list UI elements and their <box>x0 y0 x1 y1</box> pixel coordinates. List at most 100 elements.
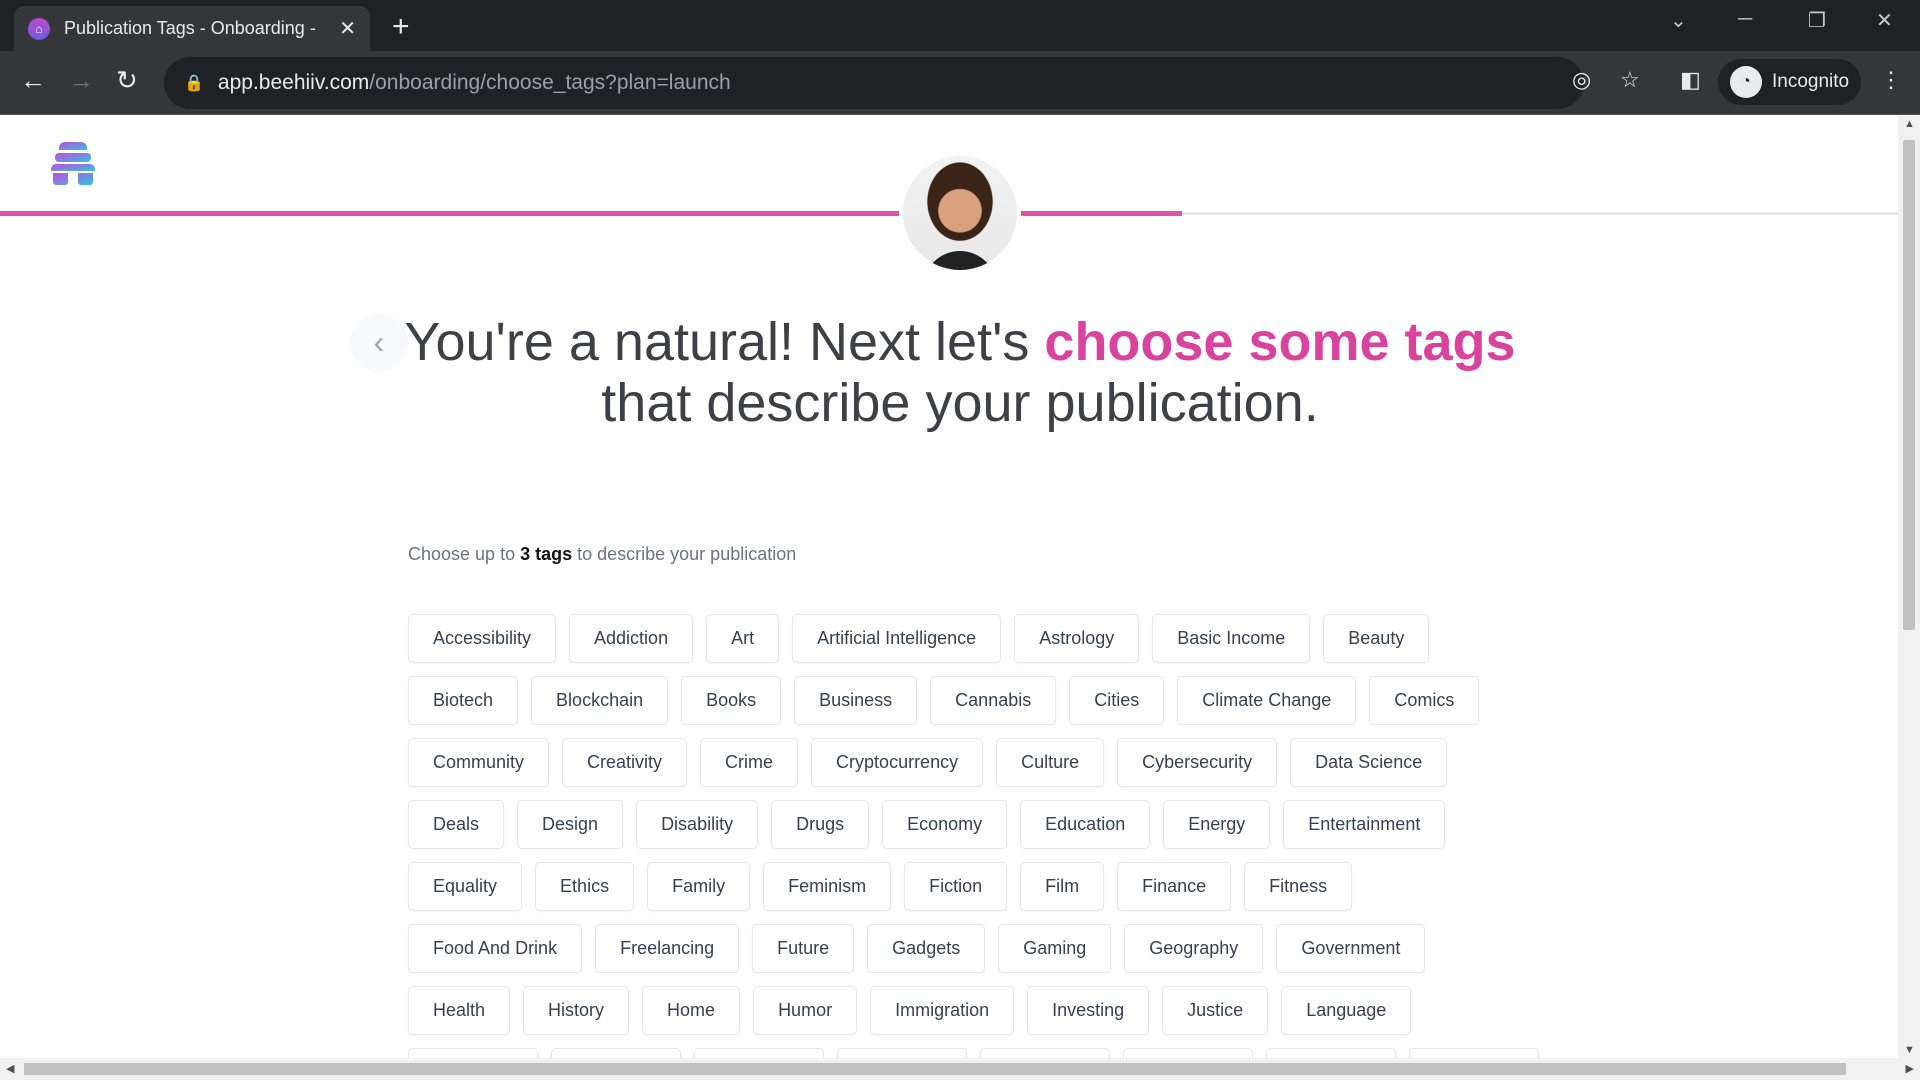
browser-tab[interactable]: ⌂ Publication Tags - Onboarding - ✕ <box>14 6 370 51</box>
url-host: app.beehiiv.com <box>217 71 370 94</box>
tag-history[interactable]: History <box>523 986 630 1035</box>
tag-fiction[interactable]: Fiction <box>904 862 1008 911</box>
tag-equality[interactable]: Equality <box>408 862 523 911</box>
back-icon[interactable]: ← <box>20 65 46 96</box>
tag-community[interactable]: Community <box>408 738 550 787</box>
tag-business[interactable]: Business <box>794 676 918 725</box>
tag-climate-change[interactable]: Climate Change <box>1177 676 1357 725</box>
incognito-profile-button[interactable]: ◔ Incognito <box>1718 59 1862 105</box>
tag-energy[interactable]: Energy <box>1163 800 1271 849</box>
tag-creativity[interactable]: Creativity <box>562 738 688 787</box>
tag-finance[interactable]: Finance <box>1117 862 1232 911</box>
tag-row-partial <box>408 1048 1539 1058</box>
tag-cannabis[interactable]: Cannabis <box>930 676 1057 725</box>
beehiiv-favicon-icon: ⌂ <box>28 17 50 40</box>
tag-drugs[interactable]: Drugs <box>771 800 870 849</box>
browser-toolbar: ← → ↻ 🔒 app.beehiiv.com/onboarding/choos… <box>0 51 1920 115</box>
tag-artificial-intelligence[interactable]: Artificial Intelligence <box>792 614 1002 663</box>
tag-justice[interactable]: Justice <box>1162 986 1269 1035</box>
tag-data-science[interactable]: Data Science <box>1290 738 1448 787</box>
tag-gaming[interactable]: Gaming <box>998 924 1112 973</box>
tag-cybersecurity[interactable]: Cybersecurity <box>1117 738 1278 787</box>
window-close-icon[interactable]: ✕ <box>1876 8 1893 33</box>
tag-disability[interactable]: Disability <box>636 800 759 849</box>
tag-government[interactable]: Government <box>1276 924 1426 973</box>
tag-design[interactable]: Design <box>517 800 624 849</box>
tag-accessibility[interactable]: Accessibility <box>408 614 557 663</box>
tag-economy[interactable]: Economy <box>882 800 1008 849</box>
tag-deals[interactable]: Deals <box>408 800 505 849</box>
tag-film[interactable]: Film <box>1020 862 1105 911</box>
restore-icon[interactable]: ❐ <box>1808 8 1826 33</box>
side-panel-icon[interactable]: ◧ <box>1680 67 1701 93</box>
tag-books[interactable]: Books <box>681 676 782 725</box>
horizontal-scrollbar[interactable]: ◀ ▶ <box>0 1058 1920 1080</box>
tag-instructions: Choose up to 3 tags to describe your pub… <box>408 544 796 565</box>
reload-icon[interactable]: ↻ <box>116 65 138 96</box>
sub-after: to describe your publication <box>572 544 797 564</box>
heading-line2: that describe your publication. <box>601 373 1319 433</box>
tag-cities[interactable]: Cities <box>1069 676 1165 725</box>
tag-beauty[interactable]: Beauty <box>1323 614 1430 663</box>
tag-education[interactable]: Education <box>1020 800 1151 849</box>
tag-partially-visible[interactable] <box>1266 1048 1396 1058</box>
guide-avatar <box>899 152 1021 274</box>
tag-basic-income[interactable]: Basic Income <box>1152 614 1311 663</box>
sub-before: Choose up to <box>408 544 521 564</box>
tag-comics[interactable]: Comics <box>1369 676 1480 725</box>
tag-partially-visible[interactable] <box>694 1048 824 1058</box>
tag-row: Biotech Blockchain Books Business Cannabis Ci… <box>408 676 1539 725</box>
tag-row: Equality Ethics Family Feminism Fiction Film F… <box>408 862 1539 911</box>
lock-icon: 🔒 <box>184 75 204 92</box>
tag-investing[interactable]: Investing <box>1027 986 1150 1035</box>
eye-off-icon[interactable]: ◎ <box>1572 67 1591 93</box>
tag-partially-visible[interactable] <box>1123 1048 1253 1058</box>
tag-immigration[interactable]: Immigration <box>870 986 1015 1035</box>
tab-title: Publication Tags - Onboarding - <box>64 18 316 38</box>
tag-humor[interactable]: Humor <box>753 986 858 1035</box>
tag-astrology[interactable]: Astrology <box>1014 614 1140 663</box>
tag-biotech[interactable]: Biotech <box>408 676 519 725</box>
tag-partially-visible[interactable] <box>980 1048 1110 1058</box>
tag-partially-visible[interactable] <box>837 1048 967 1058</box>
tag-home[interactable]: Home <box>642 986 741 1035</box>
tag-partially-visible[interactable] <box>551 1048 681 1058</box>
tag-fitness[interactable]: Fitness <box>1244 862 1353 911</box>
tag-family[interactable]: Family <box>647 862 751 911</box>
tag-gadgets[interactable]: Gadgets <box>867 924 986 973</box>
onboarding-page: ‹ You're a natural! Next let's choose so… <box>0 116 1898 1058</box>
address-bar[interactable]: 🔒 app.beehiiv.com/onboarding/choose_tags… <box>164 57 1584 109</box>
tag-future[interactable]: Future <box>752 924 855 973</box>
tag-language[interactable]: Language <box>1281 986 1412 1035</box>
close-tab-icon[interactable]: ✕ <box>339 16 356 41</box>
new-tab-icon[interactable]: + <box>392 10 410 44</box>
tab-search-icon[interactable]: ⌄ <box>1670 8 1687 33</box>
tag-geography[interactable]: Geography <box>1124 924 1264 973</box>
forward-icon[interactable]: → <box>68 65 94 96</box>
menu-kebab-icon[interactable]: ⋮ <box>1880 67 1902 93</box>
tag-limit: 3 tags <box>520 544 573 564</box>
tag-list: Accessibility Addiction Art Artificial Inte… <box>408 614 1539 1058</box>
tag-freelancing[interactable]: Freelancing <box>595 924 740 973</box>
page-heading: You're a natural! Next let's choose some… <box>360 312 1560 434</box>
tag-row: Community Creativity Crime Cryptocurrency Cu… <box>408 738 1539 787</box>
tag-blockchain[interactable]: Blockchain <box>531 676 669 725</box>
tag-ethics[interactable]: Ethics <box>535 862 635 911</box>
heading-highlight: choose some tags <box>1044 312 1516 372</box>
bookmark-star-icon[interactable]: ☆ <box>1620 67 1640 93</box>
tag-partially-visible[interactable] <box>1409 1048 1539 1058</box>
tag-culture[interactable]: Culture <box>996 738 1105 787</box>
tag-health[interactable]: Health <box>408 986 511 1035</box>
minimize-icon[interactable]: ─ <box>1738 8 1752 31</box>
tag-food-and-drink[interactable]: Food And Drink <box>408 924 583 973</box>
tag-partially-visible[interactable] <box>408 1048 538 1058</box>
tag-art[interactable]: Art <box>706 614 780 663</box>
tag-feminism[interactable]: Feminism <box>763 862 892 911</box>
tag-cryptocurrency[interactable]: Cryptocurrency <box>811 738 984 787</box>
tag-entertainment[interactable]: Entertainment <box>1283 800 1446 849</box>
tag-crime[interactable]: Crime <box>700 738 799 787</box>
tag-addiction[interactable]: Addiction <box>569 614 694 663</box>
incognito-icon: ◔ <box>1730 66 1762 98</box>
beehiiv-logo <box>51 142 95 185</box>
vertical-scrollbar[interactable]: ▲ ▼ <box>1898 116 1920 1058</box>
